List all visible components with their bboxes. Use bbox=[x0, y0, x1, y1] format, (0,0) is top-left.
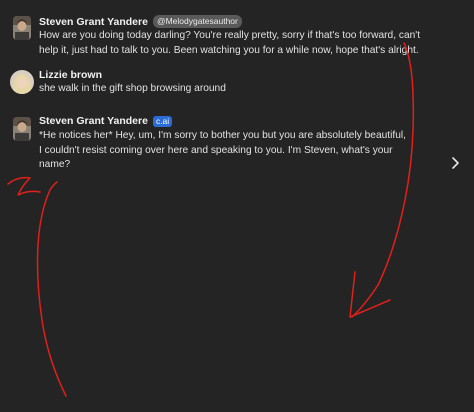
message-3-text: *He notices her* Hey, um, I'm sorry to b… bbox=[39, 129, 406, 173]
message-line: I couldn't resist coming over here and s… bbox=[39, 144, 393, 156]
author-name[interactable]: Steven Grant Yandere bbox=[39, 16, 148, 28]
message-1-text: How are you doing today darling? You're … bbox=[39, 29, 420, 58]
message-3-header: Steven Grant Yandere c.ai bbox=[39, 115, 173, 127]
cai-badge: c.ai bbox=[152, 115, 173, 127]
message-2-text: she walk in the gift shop browsing aroun… bbox=[39, 82, 226, 97]
message-2-header: Lizzie brown bbox=[39, 69, 102, 81]
author-handle-badge[interactable]: @Melodygatesauthor bbox=[152, 15, 242, 28]
chevron-right-icon[interactable] bbox=[449, 155, 463, 171]
red-annotation-arrows bbox=[7, 42, 415, 397]
message-line: *He notices her* Hey, um, I'm sorry to b… bbox=[39, 130, 406, 141]
avatar-lizzie[interactable] bbox=[10, 70, 34, 94]
avatar-steven[interactable] bbox=[13, 16, 31, 40]
author-name[interactable]: Steven Grant Yandere bbox=[39, 115, 148, 127]
message-line: name? bbox=[39, 159, 71, 170]
message-line: she walk in the gift shop browsing aroun… bbox=[39, 83, 226, 94]
author-name[interactable]: Lizzie brown bbox=[39, 69, 102, 81]
avatar-steven[interactable] bbox=[13, 117, 31, 141]
message-line: How are you doing today darling? You're … bbox=[39, 30, 421, 41]
message-line: help it, just had to talk to you. Been w… bbox=[39, 44, 419, 56]
message-1-header: Steven Grant Yandere @Melodygatesauthor bbox=[39, 15, 242, 28]
